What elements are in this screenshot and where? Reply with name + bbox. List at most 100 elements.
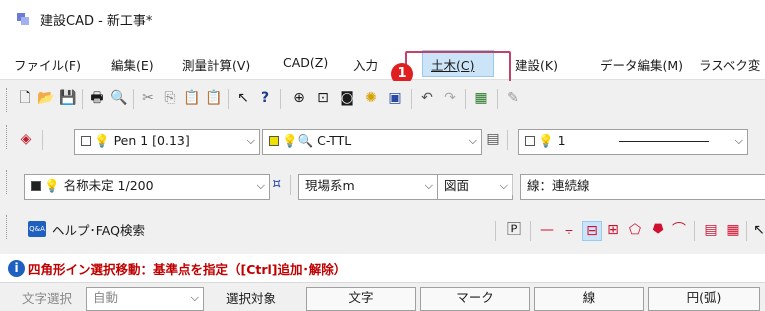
- toolbar-grip[interactable]: [6, 215, 10, 239]
- linetype-select[interactable]: 💡 1 ⌵: [518, 129, 748, 155]
- menu-item-raster[interactable]: ラスベク変: [699, 55, 760, 74]
- zoom-fit-icon[interactable]: ⊡: [314, 89, 332, 107]
- menu-item-survey[interactable]: 測量計算(V): [182, 55, 250, 74]
- print-icon[interactable]: 🖶: [88, 89, 106, 107]
- menu-item-data-edit[interactable]: データ編集(M): [600, 55, 683, 74]
- window-title: 建設CAD - 新工事*: [40, 14, 153, 29]
- text-select-label: 文字選択: [22, 291, 73, 306]
- mark-target-button[interactable]: マーク: [420, 287, 530, 311]
- open-folder-icon[interactable]: 📂: [37, 89, 55, 107]
- toolbar-separator: [465, 89, 466, 109]
- toolbar-separator: [42, 130, 43, 150]
- new-file-icon[interactable]: 🗋: [16, 89, 34, 107]
- copy-icon[interactable]: ⎘: [161, 89, 179, 107]
- layer-swatch: [269, 136, 279, 146]
- redraw-icon[interactable]: ✺: [362, 89, 380, 107]
- tools-toolbar: Q&A ヘルプ･FAQ検索 🄿 — ⨪ ⊟ ⊞ ⬠ ⯂ ⌒ ▤ ▦ ↖: [0, 208, 765, 255]
- menu-item-file[interactable]: ファイル(F): [14, 55, 81, 74]
- bulb-icon: 💡: [94, 133, 110, 148]
- layer-value: C-TTL: [317, 133, 352, 148]
- paste-icon[interactable]: 📋: [183, 89, 201, 107]
- redo-icon[interactable]: ↷: [441, 89, 459, 107]
- chevron-down-icon: ⌵: [190, 291, 199, 304]
- select-arrow-icon[interactable]: ↖: [234, 89, 252, 107]
- drawing-toolbar: 💡 名称未定 1/200 ⌵ ⯏ 現場系m ⌵ 図面 ⌵ 線：連続線: [0, 163, 765, 209]
- pen-select[interactable]: 💡 Pen 1 [0.13] ⌵: [74, 129, 260, 155]
- auto-select[interactable]: 自動 ⌵: [86, 287, 204, 311]
- print-preview-icon[interactable]: 🔍: [110, 89, 128, 107]
- origin-icon[interactable]: ⯏: [268, 175, 286, 193]
- menu-item-input[interactable]: 入力: [353, 55, 378, 74]
- arc-icon[interactable]: ⌒: [670, 221, 688, 239]
- toolbar-separator: [82, 89, 83, 109]
- pointer-icon[interactable]: ↖: [750, 221, 765, 239]
- menu-item-construction[interactable]: 建設(K): [515, 55, 558, 74]
- layer-print-icon[interactable]: 🄿: [505, 221, 523, 239]
- target-label: 選択対象: [226, 291, 277, 306]
- help-icon[interactable]: ?: [256, 89, 274, 107]
- auto-value: 自動: [93, 290, 119, 305]
- polygon-icon[interactable]: ⬠: [626, 221, 644, 239]
- toolbar-grip[interactable]: [6, 88, 10, 112]
- faq-search-link[interactable]: ヘルプ･FAQ検索: [52, 220, 145, 239]
- chevron-down-icon: ⌵: [246, 134, 255, 147]
- toolbar-separator: [512, 175, 513, 195]
- bulb-icon: 💡: [44, 178, 60, 193]
- dimension-icon[interactable]: ⊞: [604, 221, 622, 239]
- line-sample: [619, 141, 709, 142]
- line-slash-icon[interactable]: ⨪: [560, 221, 578, 239]
- pen-value: Pen 1 [0.13]: [113, 133, 190, 148]
- faq-icon: Q&A: [28, 221, 46, 237]
- toolbar-grip[interactable]: [6, 125, 10, 149]
- toolbar-separator: [228, 89, 229, 109]
- toolbar-separator: [497, 89, 498, 109]
- line-icon[interactable]: —: [538, 221, 556, 239]
- toolbar-separator: [746, 221, 747, 241]
- title-bar: 建設CAD - 新工事*: [0, 0, 765, 38]
- line-mode-field[interactable]: 線：連続線: [520, 174, 765, 200]
- text-icon[interactable]: ▤: [702, 221, 720, 239]
- linetype-value: 1: [557, 133, 566, 148]
- scale-select[interactable]: 💡 名称未定 1/200 ⌵: [24, 174, 270, 200]
- zoom-in-icon[interactable]: ⊕: [290, 89, 308, 107]
- view-select[interactable]: 図面 ⌵: [437, 174, 513, 200]
- zoom-window-icon[interactable]: ◙: [338, 89, 356, 107]
- menu-item-edit[interactable]: 編集(E): [111, 55, 154, 74]
- paste-special-icon[interactable]: 📋: [205, 89, 223, 107]
- layer-select[interactable]: 💡🔍 C-TTL ⌵: [262, 129, 482, 155]
- app-icon: [16, 12, 30, 26]
- toolbar-separator: [411, 89, 412, 109]
- rectangle-icon[interactable]: ⊟: [582, 221, 602, 241]
- coordinate-select[interactable]: 現場系m ⌵: [298, 174, 438, 200]
- save-icon[interactable]: 💾: [59, 89, 77, 107]
- circle-target-button[interactable]: 円(弧): [648, 287, 760, 311]
- toolbar-grip[interactable]: [6, 170, 10, 194]
- toolbar-separator: [507, 130, 508, 150]
- selection-row: 文字選択 自動 ⌵ 選択対象 文字 マーク 線 円(弧): [0, 283, 765, 311]
- eraser-icon[interactable]: ◈: [17, 130, 35, 148]
- polygon-insert-icon[interactable]: ⯂: [648, 221, 666, 239]
- toolbar-separator: [290, 175, 291, 195]
- toolbar-separator: [694, 221, 695, 241]
- menu-bar: ファイル(F) 編集(E) 測量計算(V) CAD(Z) 入力 土木(C) 建設…: [0, 38, 765, 104]
- line-mode-value: 線：連続線: [527, 178, 590, 193]
- toolbar-separator: [530, 221, 531, 241]
- undo-icon[interactable]: ↶: [418, 89, 436, 107]
- coordinate-value: 現場系m: [305, 178, 355, 193]
- zoom-prev-icon[interactable]: ▣: [386, 89, 404, 107]
- chevron-down-icon: ⌵: [424, 179, 433, 192]
- table-icon[interactable]: ▦: [724, 221, 742, 239]
- line-target-button[interactable]: 線: [534, 287, 644, 311]
- toolbar-separator: [280, 89, 281, 109]
- layer-icon[interactable]: ▦: [472, 89, 490, 107]
- menu-item-cad[interactable]: CAD(Z): [283, 55, 328, 70]
- toolbar-separator: [495, 221, 496, 241]
- layer-settings-icon[interactable]: ▤: [484, 130, 502, 148]
- pen-swatch: [81, 136, 91, 146]
- properties-icon[interactable]: ✎: [504, 89, 522, 107]
- cut-icon[interactable]: ✂: [139, 89, 157, 107]
- chevron-down-icon: ⌵: [468, 134, 477, 147]
- text-target-button[interactable]: 文字: [306, 287, 416, 311]
- scale-value: 名称未定 1/200: [63, 178, 154, 193]
- chevron-down-icon: ⌵: [734, 134, 743, 147]
